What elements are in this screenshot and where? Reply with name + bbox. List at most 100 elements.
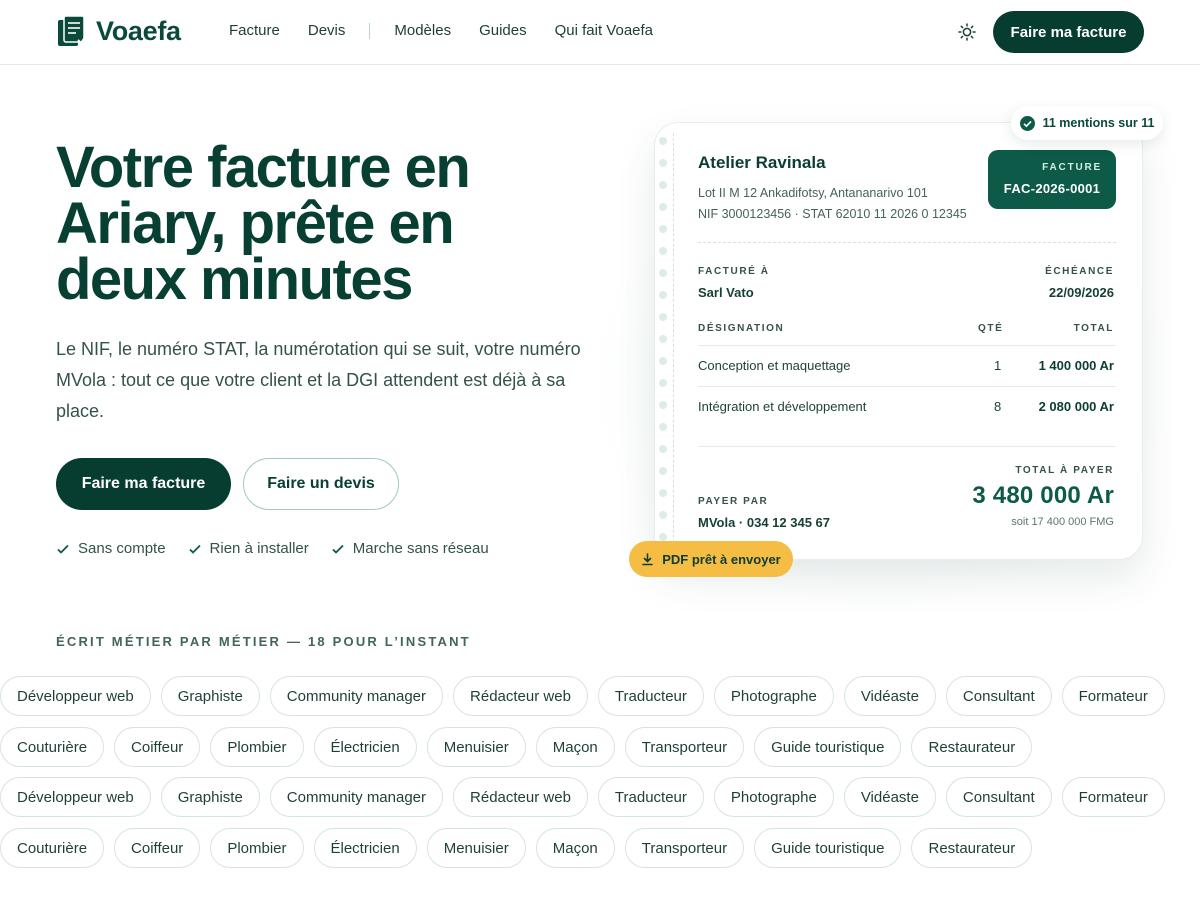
metier-chip[interactable]: Formateur — [1061, 676, 1165, 716]
metier-chip[interactable]: Transporteur — [624, 727, 745, 767]
tax-ids-line: NIF 3000123456 · STAT 62010 11 2026 0 12… — [698, 207, 967, 221]
metier-chip[interactable]: Coiffeur — [114, 828, 201, 868]
download-icon — [642, 552, 654, 565]
invoice-address: Lot II M 12 Ankadifotsy, Antananarivo 10… — [698, 183, 967, 225]
metier-chip[interactable]: Électricien — [313, 727, 417, 767]
metier-chip[interactable]: Consultant — [945, 676, 1052, 716]
card-dashed-border — [673, 133, 674, 553]
metier-chip[interactable]: Plombier — [210, 828, 304, 868]
check-label: Rien à installer — [209, 540, 309, 557]
table-divider — [698, 386, 1116, 387]
theme-toggle-button[interactable] — [955, 20, 979, 44]
nav-qui-fait[interactable]: Qui fait Voaefa — [555, 22, 653, 39]
metiers-row: Développeur web Graphiste Community mana… — [0, 676, 1165, 716]
col-total: TOTAL — [1073, 323, 1114, 334]
hero-subtitle: Le NIF, le numéro STAT, la numérotation … — [56, 339, 581, 421]
make-quote-button[interactable]: Faire un devis — [243, 458, 399, 510]
metier-chip[interactable]: Traducteur — [597, 676, 704, 716]
address-line: Lot II M 12 Ankadifotsy, Antananarivo 10… — [698, 186, 928, 200]
brand-name: Voaefa — [96, 15, 181, 46]
metier-chip[interactable]: Développeur web — [0, 777, 151, 817]
invoice-total: 3 480 000 Ar — [972, 482, 1114, 509]
due-date: 22/09/2026 — [1048, 285, 1114, 300]
check-item: Marche sans réseau — [331, 540, 489, 557]
main-nav: Facture Devis Modèles Guides Qui fait Vo… — [229, 22, 681, 39]
invoice-number-badge: FACTURE FAC-2026-0001 — [988, 150, 1116, 209]
doc-number: FAC-2026-0001 — [1003, 181, 1101, 196]
card-perforation — [659, 137, 667, 541]
check-label: Sans compte — [78, 540, 166, 557]
metier-chip[interactable]: Maçon — [535, 727, 615, 767]
nav-divider — [369, 22, 371, 39]
metier-chip[interactable]: Community manager — [269, 676, 444, 716]
hero-checklist: Sans compte Rien à installer Marche sans… — [56, 540, 489, 557]
metier-chip[interactable]: Traducteur — [597, 777, 704, 817]
metier-chip[interactable]: Consultant — [945, 777, 1052, 817]
metier-chip[interactable]: Couturière — [0, 727, 105, 767]
metiers-row: Couturière Coiffeur Plombier Électricien… — [0, 727, 1033, 767]
check-label: Marche sans réseau — [352, 540, 489, 557]
metier-chip[interactable]: Photographe — [713, 777, 834, 817]
doc-type-label: FACTURE — [1042, 162, 1102, 173]
metier-chip[interactable]: Menuisier — [426, 727, 526, 767]
invoice-total-fmg: soit 17 400 000 FMG — [1011, 516, 1114, 528]
hero-title: Votre facture en Ariary, prête en deux m… — [56, 135, 471, 312]
billed-to-value: Sarl Vato — [698, 285, 754, 300]
col-qty: QTÉ — [978, 323, 1004, 334]
metier-chip[interactable]: Maçon — [535, 828, 615, 868]
metier-chip[interactable]: Coiffeur — [114, 727, 201, 767]
nav-modeles[interactable]: Modèles — [394, 22, 451, 39]
metier-chip[interactable]: Graphiste — [160, 676, 260, 716]
divider — [698, 242, 1116, 243]
check-icon — [57, 544, 69, 554]
total-label: TOTAL À PAYER — [1015, 465, 1114, 476]
metier-chip[interactable]: Vidéaste — [843, 676, 936, 716]
table-divider — [698, 446, 1116, 447]
pdf-ready-text: PDF prêt à envoyer — [662, 551, 781, 567]
metiers-row: Développeur web Graphiste Community mana… — [0, 777, 1165, 817]
table-divider — [698, 345, 1116, 346]
metier-chip[interactable]: Électricien — [313, 828, 417, 868]
metier-chip[interactable]: Plombier — [210, 727, 304, 767]
metier-chip[interactable]: Rédacteur web — [453, 777, 588, 817]
mentions-text: 11 mentions sur 11 — [1042, 116, 1155, 130]
check-item: Rien à installer — [188, 540, 309, 557]
mentions-badge: 11 mentions sur 11 — [1011, 106, 1163, 140]
brand-logo[interactable]: Voaefa — [56, 14, 181, 48]
check-item: Sans compte — [56, 540, 166, 557]
nav-facture[interactable]: Facture — [229, 22, 280, 39]
metier-chip[interactable]: Transporteur — [624, 828, 745, 868]
sun-icon — [958, 23, 976, 41]
metier-chip[interactable]: Développeur web — [0, 676, 151, 716]
pdf-ready-pill[interactable]: PDF prêt à envoyer — [629, 541, 793, 577]
metier-chip[interactable]: Formateur — [1061, 777, 1165, 817]
header-make-invoice-button[interactable]: Faire ma facture — [993, 11, 1144, 53]
metier-chip[interactable]: Vidéaste — [843, 777, 936, 817]
billed-to-label: FACTURÉ À — [698, 266, 770, 277]
make-invoice-button[interactable]: Faire ma facture — [56, 458, 231, 510]
invoice-company: Atelier Ravinala — [698, 153, 826, 172]
nav-devis[interactable]: Devis — [308, 22, 346, 39]
pay-by-value: MVola · 034 12 345 67 — [698, 515, 831, 530]
metier-chip[interactable]: Restaurateur — [911, 727, 1033, 767]
line-qty: 1 — [994, 358, 1002, 373]
metier-chip[interactable]: Couturière — [0, 828, 105, 868]
metier-chip[interactable]: Restaurateur — [911, 828, 1033, 868]
nav-guides[interactable]: Guides — [479, 22, 527, 39]
metier-chip[interactable]: Rédacteur web — [453, 676, 588, 716]
col-designation: DÉSIGNATION — [698, 323, 785, 334]
due-label: ÉCHÉANCE — [1045, 266, 1114, 277]
metier-chip[interactable]: Menuisier — [426, 828, 526, 868]
metier-chip[interactable]: Graphiste — [160, 777, 260, 817]
metier-chip[interactable]: Photographe — [713, 676, 834, 716]
metier-chip[interactable]: Community manager — [269, 777, 444, 817]
invoice-preview-card: Atelier Ravinala Lot II M 12 Ankadifotsy… — [654, 122, 1143, 560]
invoice-stack-icon — [58, 15, 87, 46]
line-designation: Intégration et développement — [698, 399, 867, 414]
line-total: 1 400 000 Ar — [1038, 358, 1114, 373]
site-header: Voaefa Facture Devis Modèles Guides Qui … — [0, 0, 1200, 65]
metier-chip[interactable]: Guide touristique — [754, 828, 902, 868]
metier-chip[interactable]: Guide touristique — [754, 727, 902, 767]
pay-by-label: PAYER PAR — [698, 496, 769, 507]
line-total: 2 080 000 Ar — [1038, 399, 1114, 414]
